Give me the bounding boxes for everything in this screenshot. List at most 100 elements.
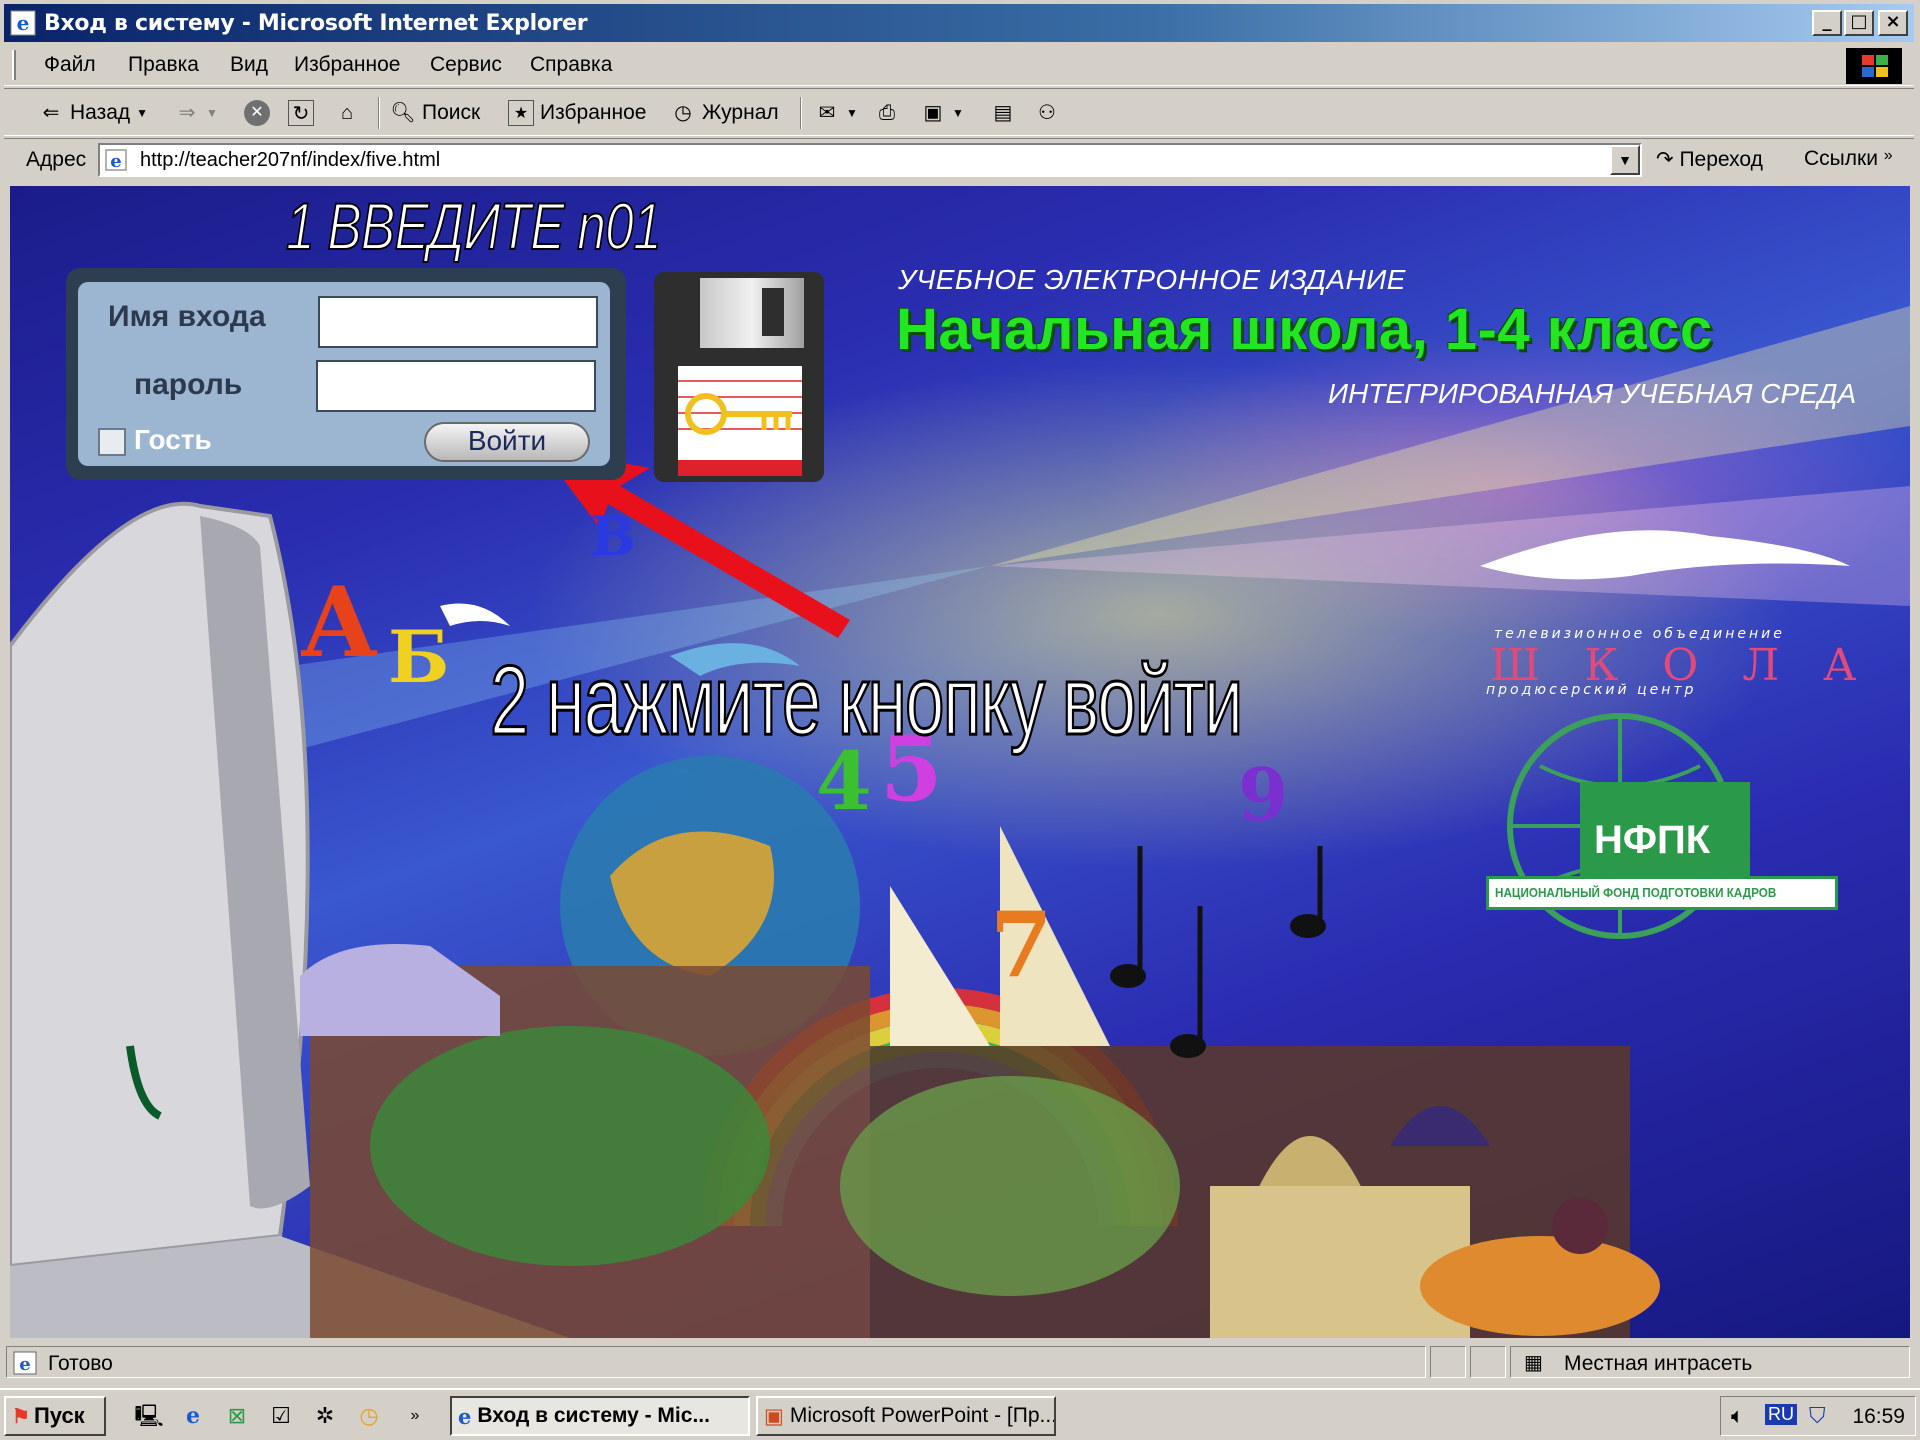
page-status-icon: e bbox=[13, 1351, 37, 1375]
search-icon: 🔍︎ bbox=[390, 102, 416, 124]
car-shape bbox=[300, 944, 500, 1036]
address-url: http://teacher207nf/index/five.html bbox=[140, 149, 441, 171]
quicklaunch-clock-icon[interactable]: ◷ bbox=[354, 1402, 384, 1430]
address-input[interactable]: e http://teacher207nf/index/five.html bbox=[98, 143, 1642, 177]
start-label: Пуск bbox=[33, 1403, 85, 1428]
favorites-button[interactable]: ★ Избранное bbox=[508, 97, 646, 129]
quicklaunch-ie-icon[interactable]: e bbox=[178, 1402, 208, 1430]
toolbar-separator bbox=[378, 97, 380, 129]
task-ie-label: Вход в систему - Mic... bbox=[477, 1404, 710, 1427]
volume-icon[interactable]: 🔈︎ bbox=[1731, 1403, 1744, 1429]
guest-checkbox[interactable] bbox=[98, 428, 126, 456]
nfpk-full-name: НАЦИОНАЛЬНЫЙ ФОНД ПОДГОТОВКИ КАДРОВ bbox=[1495, 885, 1777, 900]
status-pane bbox=[1430, 1346, 1466, 1378]
language-indicator[interactable]: RU bbox=[1765, 1404, 1797, 1425]
integrated-caption: ИНТЕГРИРОВАННАЯ УЧЕБНАЯ СРЕДА bbox=[1328, 378, 1857, 409]
sail-shape bbox=[890, 886, 990, 1046]
ie-icon: e bbox=[10, 10, 36, 36]
status-pane bbox=[6, 1346, 1426, 1378]
annotation-step-2: 2 нажмите кнопку войти bbox=[489, 644, 1244, 757]
foliage-shape bbox=[840, 1076, 1180, 1296]
messenger-icon: ⚇ bbox=[1038, 102, 1056, 124]
password-input[interactable] bbox=[316, 360, 596, 412]
letter-a: А bbox=[300, 566, 379, 679]
browser-window: e Вход в систему - Microsoft Internet Ex… bbox=[0, 0, 1920, 1440]
chevron-right-icon: » bbox=[1883, 147, 1893, 164]
planet-shape bbox=[1552, 1198, 1608, 1254]
menu-tools[interactable]: Сервис bbox=[430, 53, 502, 77]
quicklaunch-excel-icon[interactable]: ⊠ bbox=[222, 1402, 252, 1430]
status-bar: e Готово ▦ Местная интрасеть bbox=[4, 1344, 1914, 1380]
menu-view[interactable]: Вид bbox=[230, 53, 268, 77]
taskbar: ⚑ Пуск 🖳 e ⊠ ☑ ✲ ◷ » e Вход в систему - … bbox=[0, 1388, 1920, 1440]
key-icon bbox=[685, 393, 792, 435]
address-dropdown-button[interactable]: ▼ bbox=[1610, 145, 1640, 175]
floppy-shutter bbox=[700, 278, 804, 348]
status-text: Готово bbox=[48, 1352, 113, 1375]
window-title: Вход в систему - Microsoft Internet Expl… bbox=[44, 11, 588, 36]
mail-button[interactable]: ✉ ▼ bbox=[814, 97, 858, 129]
messenger-button[interactable]: ⚇ bbox=[1034, 97, 1060, 129]
antivirus-icon[interactable]: ⛉ bbox=[1809, 1403, 1826, 1429]
clock: 16:59 bbox=[1852, 1405, 1905, 1428]
back-button[interactable]: ⇐ Назад ▼ bbox=[38, 97, 148, 129]
quicklaunch-desktop-icon[interactable]: 🖳 bbox=[134, 1402, 164, 1430]
go-arrow-icon: ↷ bbox=[1656, 148, 1674, 171]
guest-label: Гость bbox=[134, 424, 212, 455]
close-button[interactable]: × bbox=[1878, 10, 1908, 36]
menu-favorites[interactable]: Избранное bbox=[294, 53, 400, 77]
forward-arrow-icon: ⇒ bbox=[178, 102, 196, 124]
refresh-button[interactable]: ↻ bbox=[288, 97, 314, 129]
school-title: Начальная школа, 1-4 класс bbox=[896, 297, 1713, 362]
home-button[interactable]: ⌂ bbox=[334, 97, 360, 129]
windows-logo-icon bbox=[1846, 48, 1902, 84]
menu-help[interactable]: Справка bbox=[530, 53, 612, 77]
page-content: А Б В 4 5 7 9 Имя входа пароль Гость Вой… bbox=[10, 186, 1910, 1338]
task-powerpoint[interactable]: ▣ Microsoft PowerPoint - [Пр... bbox=[756, 1396, 1056, 1436]
discuss-icon: ▤ bbox=[993, 102, 1013, 124]
go-button[interactable]: ↷ Переход bbox=[1656, 147, 1763, 172]
history-button[interactable]: ◷ Журнал bbox=[670, 97, 778, 129]
status-pane bbox=[1470, 1346, 1506, 1378]
enter-button[interactable]: Войти bbox=[424, 422, 590, 462]
minimize-button[interactable]: _ bbox=[1812, 10, 1842, 36]
annotation-step-1: 1 ВВЕДИТЕ n01 bbox=[285, 188, 662, 264]
quicklaunch-more-icon[interactable]: » bbox=[400, 1402, 430, 1430]
menu-edit[interactable]: Правка bbox=[128, 53, 199, 77]
menu-bar: Файл Правка Вид Избранное Сервис Справка bbox=[4, 44, 1914, 86]
producer-caption: продюсерский центр bbox=[1486, 682, 1697, 698]
address-label: Адрес bbox=[26, 148, 87, 171]
menu-file[interactable]: Файл bbox=[44, 53, 96, 77]
discuss-button[interactable]: ▤ bbox=[990, 97, 1016, 129]
windows-flag-icon: ⚑ bbox=[12, 1405, 30, 1428]
print-button[interactable]: ⎙ bbox=[874, 97, 900, 129]
maximize-button[interactable]: □ bbox=[1844, 10, 1874, 36]
nfpk-band: НАЦИОНАЛЬНЫЙ ФОНД ПОДГОТОВКИ КАДРОВ bbox=[1486, 876, 1838, 910]
username-input[interactable] bbox=[318, 296, 598, 348]
stop-button[interactable]: ✕ bbox=[244, 97, 270, 129]
palace-shape bbox=[1210, 1186, 1470, 1338]
standard-toolbar: ⇐ Назад ▼ ⇒ ▼ ✕ ↻ ⌂ 🔍︎ Поиск ★ Избранное… bbox=[4, 88, 1914, 136]
quicklaunch-outlook-icon[interactable]: ☑ bbox=[266, 1402, 296, 1430]
system-tray: 🔈︎ RU ⛉ 16:59 bbox=[1720, 1396, 1916, 1436]
floppy-red-band bbox=[678, 460, 802, 476]
edit-button[interactable]: ▣ ▼ bbox=[920, 97, 964, 129]
letter-b: Б bbox=[388, 614, 450, 699]
start-button[interactable]: ⚑ Пуск bbox=[4, 1396, 106, 1436]
edit-page-icon: ▣ bbox=[923, 102, 943, 124]
forward-dropdown-icon: ▼ bbox=[206, 106, 218, 120]
password-label: пароль bbox=[134, 368, 243, 401]
quicklaunch-app-icon[interactable]: ✲ bbox=[310, 1402, 340, 1430]
search-button[interactable]: 🔍︎ Поиск bbox=[390, 97, 480, 129]
forward-button[interactable]: ⇒ ▼ bbox=[174, 97, 218, 129]
links-label: Ссылки bbox=[1804, 147, 1878, 170]
favorites-label: Избранное bbox=[540, 101, 647, 124]
links-button[interactable]: Ссылки » bbox=[1804, 147, 1893, 171]
task-ie[interactable]: e Вход в систему - Mic... bbox=[450, 1396, 750, 1436]
letter-v: В bbox=[590, 504, 636, 568]
digit-7: 7 bbox=[990, 892, 1053, 998]
mail-icon: ✉ bbox=[818, 102, 836, 124]
floppy-label bbox=[678, 366, 802, 476]
seagull-shape bbox=[440, 603, 510, 626]
svg-text:e: e bbox=[110, 151, 121, 172]
